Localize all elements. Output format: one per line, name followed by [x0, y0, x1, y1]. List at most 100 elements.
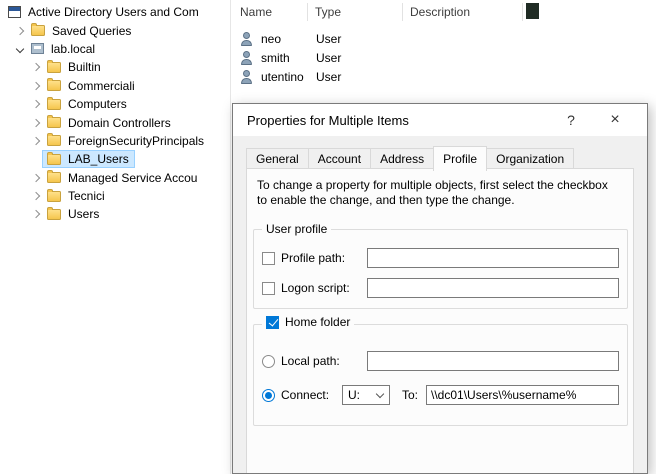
- column-header-label: Name: [240, 5, 272, 19]
- chevron-right-icon[interactable]: [12, 23, 27, 38]
- tree-item-label: Managed Service Accou: [65, 171, 200, 185]
- profile-path-input[interactable]: [367, 248, 619, 268]
- list-row-neo[interactable]: neo User: [231, 29, 656, 48]
- chevron-right-icon[interactable]: [28, 60, 43, 75]
- folder-icon: [47, 117, 61, 128]
- connect-row: Connect: U: To:: [262, 385, 619, 405]
- profile-tab-page: To change a property for multiple object…: [246, 168, 634, 473]
- tree-item-commerciali[interactable]: Commerciali: [0, 77, 230, 95]
- object-list-pane: Name Type Description neo User smith Use…: [231, 0, 656, 103]
- column-header-description[interactable]: Description: [410, 0, 470, 24]
- aduc-window: Active Directory Users and Com Saved Que…: [0, 0, 656, 474]
- tab-address[interactable]: Address: [370, 148, 434, 169]
- profile-path-checkbox[interactable]: [262, 252, 275, 265]
- folder-icon: [47, 99, 61, 110]
- local-path-radio[interactable]: [262, 355, 275, 368]
- folder-icon: [47, 154, 61, 165]
- column-header-name[interactable]: Name: [240, 0, 272, 24]
- chevron-right-icon[interactable]: [28, 133, 43, 148]
- chevron-right-icon[interactable]: [28, 189, 43, 204]
- folder-icon: [47, 80, 61, 91]
- tree-item-label: lab.local: [48, 42, 98, 56]
- tree-item-label: Saved Queries: [49, 24, 134, 38]
- tree-item-computers[interactable]: Computers: [0, 95, 230, 113]
- tree-item-label: Users: [65, 207, 102, 221]
- chevron-right-icon[interactable]: [28, 78, 43, 93]
- tab-strip: General Account Address Profile Organiza…: [246, 148, 574, 171]
- tree-item-label: Builtin: [65, 60, 104, 74]
- folder-icon: [47, 62, 61, 73]
- user-icon: [240, 70, 253, 84]
- column-header-label: Type: [315, 5, 341, 19]
- help-button[interactable]: ?: [549, 104, 593, 136]
- column-divider[interactable]: [402, 3, 403, 21]
- connect-label: Connect:: [281, 388, 342, 402]
- tab-organization[interactable]: Organization: [486, 148, 574, 169]
- tab-account[interactable]: Account: [308, 148, 371, 169]
- folder-icon: [47, 209, 61, 220]
- local-path-row: Local path:: [262, 351, 619, 371]
- tree-item-users[interactable]: Users: [0, 205, 230, 223]
- connect-radio[interactable]: [262, 389, 275, 402]
- chevron-down-icon[interactable]: [12, 41, 27, 56]
- close-button[interactable]: ×: [593, 104, 637, 136]
- user-type: User: [316, 32, 341, 46]
- column-divider[interactable]: [307, 3, 308, 21]
- folder-icon: [31, 25, 45, 36]
- profile-path-row: Profile path:: [262, 248, 619, 268]
- profile-path-label: Profile path:: [281, 251, 367, 265]
- column-header-type[interactable]: Type: [315, 0, 341, 24]
- tree-item-domain-controllers[interactable]: Domain Controllers: [0, 113, 230, 131]
- user-profile-group: User profile Profile path: Logon script:: [253, 229, 628, 309]
- tree-item-lab-users[interactable]: LAB_Users: [0, 150, 230, 168]
- home-folder-checkbox[interactable]: [266, 316, 279, 329]
- home-folder-header: Home folder: [262, 315, 354, 329]
- tree-item-foreign-security-principals[interactable]: ForeignSecurityPrincipals: [0, 132, 230, 150]
- chevron-right-icon[interactable]: [28, 115, 43, 130]
- tree-item-label: Domain Controllers: [65, 116, 174, 130]
- tree-item-label: Tecnici: [65, 189, 108, 203]
- console-root-icon: [8, 6, 21, 18]
- chevron-spacer: [28, 152, 43, 167]
- properties-dialog: Properties for Multiple Items ? × Genera…: [232, 103, 648, 474]
- local-path-input[interactable]: [367, 351, 619, 371]
- folder-icon: [47, 135, 61, 146]
- tree-item-label: LAB_Users: [65, 152, 132, 166]
- domain-icon: [31, 43, 44, 54]
- tree-item-builtin[interactable]: Builtin: [0, 58, 230, 76]
- logon-script-input[interactable]: [367, 278, 619, 298]
- logon-script-row: Logon script:: [262, 278, 619, 298]
- list-row-smith[interactable]: smith User: [231, 48, 656, 67]
- user-name: utentino: [261, 70, 316, 84]
- column-divider[interactable]: [522, 3, 523, 21]
- list-row-utentino[interactable]: utentino User: [231, 67, 656, 86]
- tree-item-saved-queries[interactable]: Saved Queries: [0, 21, 230, 39]
- home-folder-path-input[interactable]: [426, 385, 619, 405]
- user-profile-group-label: User profile: [262, 222, 331, 236]
- chevron-right-icon[interactable]: [28, 170, 43, 185]
- chevron-right-icon[interactable]: [28, 97, 43, 112]
- user-type: User: [316, 70, 341, 84]
- chevron-down-icon: [376, 389, 384, 397]
- tree-item-label: Active Directory Users and Com: [25, 5, 202, 19]
- tree-item-managed-service-accounts[interactable]: Managed Service Accou: [0, 169, 230, 187]
- drive-letter-dropdown[interactable]: U:: [342, 385, 390, 405]
- chevron-right-icon[interactable]: [28, 207, 43, 222]
- dialog-title: Properties for Multiple Items: [233, 113, 409, 128]
- tree-item-tecnici[interactable]: Tecnici: [0, 187, 230, 205]
- drive-letter-value: U:: [343, 388, 377, 402]
- user-icon: [240, 51, 253, 65]
- tree-item-label: Commerciali: [65, 79, 138, 93]
- column-header-label: Description: [410, 5, 470, 19]
- folder-icon: [47, 191, 61, 202]
- logon-script-checkbox[interactable]: [262, 282, 275, 295]
- console-tree-pane: Active Directory Users and Com Saved Que…: [0, 0, 230, 474]
- instructions-text: To change a property for multiple object…: [257, 178, 617, 208]
- tab-profile[interactable]: Profile: [433, 146, 487, 171]
- user-name: neo: [261, 32, 316, 46]
- dialog-titlebar[interactable]: Properties for Multiple Items ? ×: [233, 104, 647, 136]
- tab-general[interactable]: General: [246, 148, 309, 169]
- tree-item-lab-local[interactable]: lab.local: [0, 40, 230, 58]
- tree-item-root[interactable]: Active Directory Users and Com: [0, 3, 230, 21]
- home-folder-group: Home folder Local path: Connect: U: To:: [253, 324, 628, 426]
